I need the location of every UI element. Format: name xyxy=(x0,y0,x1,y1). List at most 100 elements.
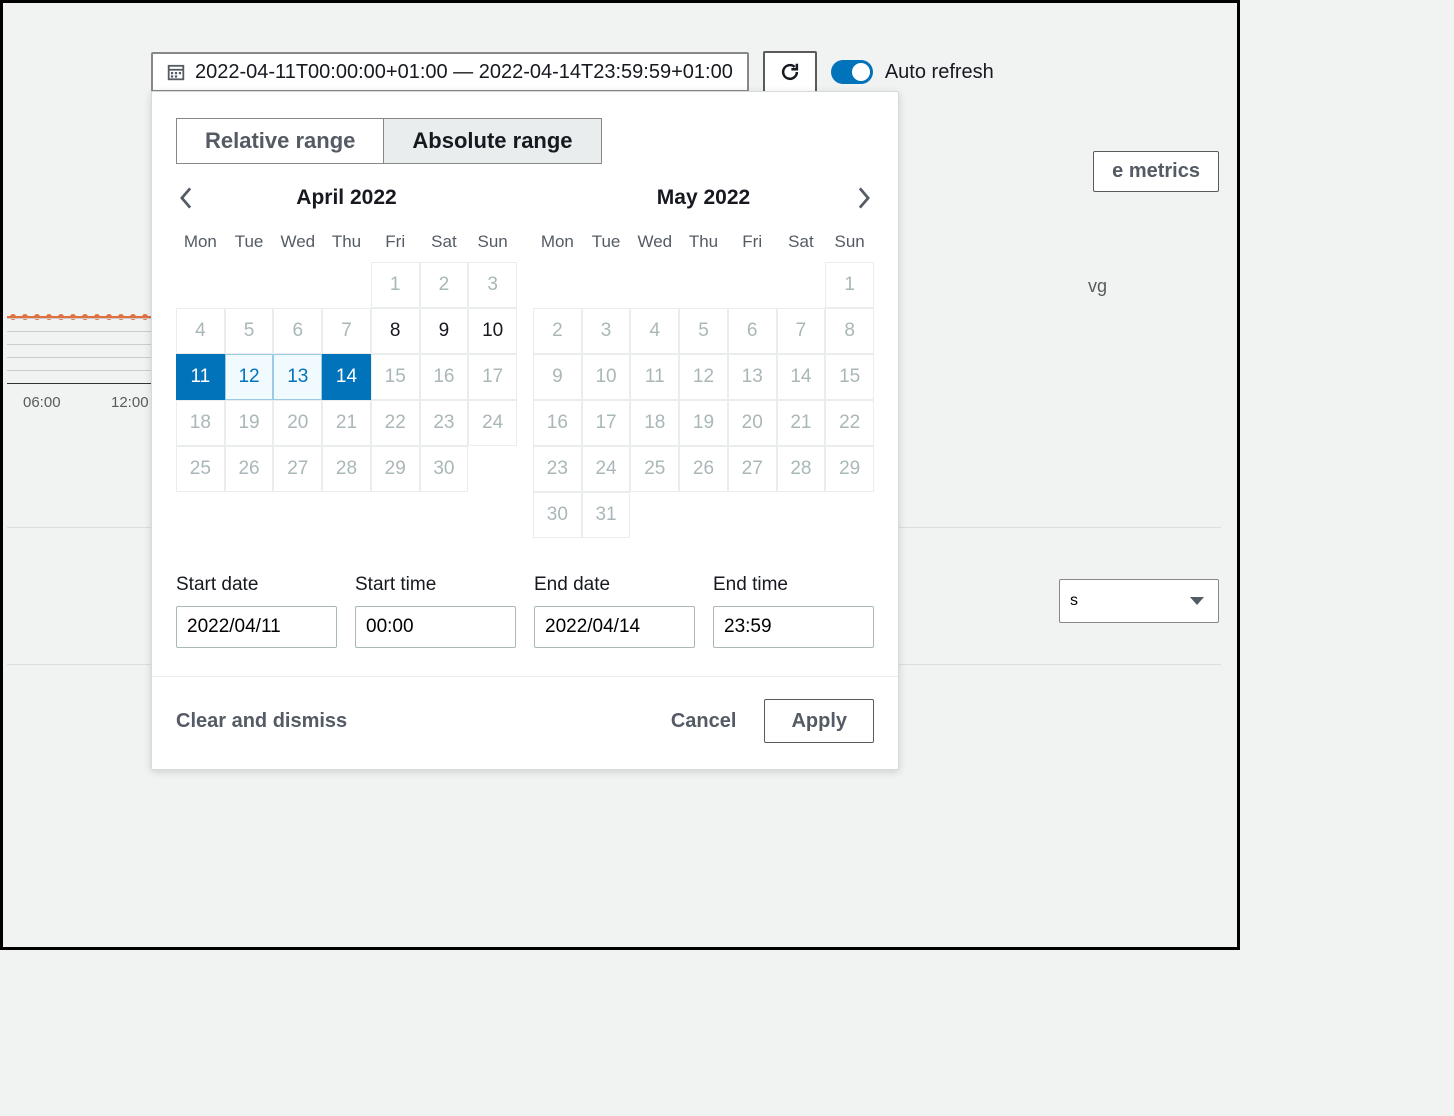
calendar-day[interactable]: 3 xyxy=(468,262,517,308)
calendar-day[interactable]: 2 xyxy=(420,262,469,308)
calendar-day[interactable]: 19 xyxy=(679,400,728,446)
calendar-day[interactable]: 28 xyxy=(322,446,371,492)
calendar-day[interactable]: 27 xyxy=(728,446,777,492)
calendar-day[interactable]: 30 xyxy=(533,492,582,538)
calendar-day[interactable]: 16 xyxy=(420,354,469,400)
calendar-day[interactable]: 26 xyxy=(679,446,728,492)
calendar-day[interactable]: 3 xyxy=(582,308,631,354)
calendar-day[interactable]: 16 xyxy=(533,400,582,446)
calendar-day[interactable]: 1 xyxy=(825,262,874,308)
date-range-button[interactable]: 2022-04-11T00:00:00+01:00 — 2022-04-14T2… xyxy=(151,52,749,92)
weekday-label: Sun xyxy=(825,228,874,262)
calendar-day[interactable]: 13 xyxy=(728,354,777,400)
calendar-day[interactable]: 24 xyxy=(582,446,631,492)
cancel-button[interactable]: Cancel xyxy=(671,710,737,733)
calendar-day[interactable]: 8 xyxy=(371,308,420,354)
calendar-day[interactable]: 4 xyxy=(176,308,225,354)
days-grid-right: 1234567891011121314151617181920212223242… xyxy=(533,262,874,538)
calendar-day[interactable]: 6 xyxy=(728,308,777,354)
axis-tick-1200: 12:00 xyxy=(111,394,149,411)
calendar-day[interactable]: 18 xyxy=(630,400,679,446)
calendar-day[interactable]: 5 xyxy=(679,308,728,354)
calendar-day[interactable]: 23 xyxy=(533,446,582,492)
calendar-day[interactable]: 30 xyxy=(420,446,469,492)
chevron-right-icon xyxy=(857,187,871,209)
weekday-label: Sat xyxy=(777,228,826,262)
calendar-day[interactable]: 11 xyxy=(176,354,225,400)
auto-refresh-label: Auto refresh xyxy=(885,61,994,84)
calendar-day[interactable]: 20 xyxy=(728,400,777,446)
calendar-day[interactable]: 17 xyxy=(582,400,631,446)
calendar-day[interactable]: 7 xyxy=(777,308,826,354)
calendar-day[interactable]: 21 xyxy=(322,400,371,446)
weekdays-row-right: MonTueWedThuFriSatSun xyxy=(533,228,874,262)
calendar-day[interactable]: 9 xyxy=(533,354,582,400)
month-left-title: April 2022 xyxy=(296,186,396,210)
calendar-day[interactable]: 9 xyxy=(420,308,469,354)
weekdays-row-left: MonTueWedThuFriSatSun xyxy=(176,228,517,262)
calendar-day[interactable]: 29 xyxy=(825,446,874,492)
calendar-day[interactable]: 20 xyxy=(273,400,322,446)
auto-refresh-toggle-group: Auto refresh xyxy=(831,60,994,84)
clear-dismiss-button[interactable]: Clear and dismiss xyxy=(176,710,347,733)
next-month-button[interactable] xyxy=(850,184,878,212)
date-range-label: 2022-04-11T00:00:00+01:00 — 2022-04-14T2… xyxy=(195,61,733,84)
calendar-day[interactable]: 25 xyxy=(630,446,679,492)
calendar-day[interactable]: 2 xyxy=(533,308,582,354)
calendar-day[interactable]: 11 xyxy=(630,354,679,400)
metrics-button-partial[interactable]: e metrics xyxy=(1093,151,1219,192)
tab-absolute-range[interactable]: Absolute range xyxy=(383,118,601,164)
calendar-day[interactable]: 5 xyxy=(225,308,274,354)
end-time-label: End time xyxy=(713,574,874,596)
calendar-day[interactable]: 8 xyxy=(825,308,874,354)
calendar-day[interactable]: 1 xyxy=(371,262,420,308)
end-date-input[interactable] xyxy=(534,606,695,648)
calendar-day[interactable]: 7 xyxy=(322,308,371,354)
calendar-day[interactable]: 27 xyxy=(273,446,322,492)
calendar-day[interactable]: 12 xyxy=(679,354,728,400)
auto-refresh-toggle[interactable] xyxy=(831,60,873,84)
chevron-left-icon xyxy=(179,187,193,209)
calendar-day[interactable]: 14 xyxy=(777,354,826,400)
calendar-month-right: May 2022 MonTueWedThuFriSatSun 123456789… xyxy=(533,186,874,538)
start-date-input[interactable] xyxy=(176,606,337,648)
prev-month-button[interactable] xyxy=(172,184,200,212)
refresh-button[interactable] xyxy=(763,51,817,93)
calendar-day[interactable]: 4 xyxy=(630,308,679,354)
weekday-label: Fri xyxy=(371,228,420,262)
calendar-day[interactable]: 28 xyxy=(777,446,826,492)
interval-dropdown-partial[interactable]: s xyxy=(1059,579,1219,623)
calendar-day[interactable]: 24 xyxy=(468,400,517,446)
calendar-day[interactable]: 14 xyxy=(322,354,371,400)
calendar-day[interactable]: 10 xyxy=(468,308,517,354)
calendar-day[interactable]: 31 xyxy=(582,492,631,538)
calendar-day[interactable]: 19 xyxy=(225,400,274,446)
start-date-label: Start date xyxy=(176,574,337,596)
calendar-day-empty xyxy=(777,492,826,538)
calendar-day-empty xyxy=(582,262,631,308)
dropdown-label-fragment: s xyxy=(1070,592,1078,610)
calendar-day-empty xyxy=(679,492,728,538)
apply-button[interactable]: Apply xyxy=(764,699,874,743)
calendar-day[interactable]: 15 xyxy=(371,354,420,400)
calendar-day[interactable]: 6 xyxy=(273,308,322,354)
calendar-day[interactable]: 15 xyxy=(825,354,874,400)
calendar-day[interactable]: 21 xyxy=(777,400,826,446)
calendar-day[interactable]: 26 xyxy=(225,446,274,492)
calendar-day-empty xyxy=(777,262,826,308)
calendar-day[interactable]: 29 xyxy=(371,446,420,492)
calendar-day[interactable]: 22 xyxy=(371,400,420,446)
calendar-day-empty xyxy=(679,262,728,308)
calendar-day[interactable]: 12 xyxy=(225,354,274,400)
calendar-day[interactable]: 13 xyxy=(273,354,322,400)
calendar-day-empty xyxy=(630,262,679,308)
calendar-day[interactable]: 23 xyxy=(420,400,469,446)
calendar-day[interactable]: 18 xyxy=(176,400,225,446)
tab-relative-range[interactable]: Relative range xyxy=(176,118,383,164)
end-time-input[interactable] xyxy=(713,606,874,648)
start-time-input[interactable] xyxy=(355,606,516,648)
calendar-day[interactable]: 17 xyxy=(468,354,517,400)
calendar-day[interactable]: 10 xyxy=(582,354,631,400)
calendar-day[interactable]: 25 xyxy=(176,446,225,492)
calendar-day[interactable]: 22 xyxy=(825,400,874,446)
